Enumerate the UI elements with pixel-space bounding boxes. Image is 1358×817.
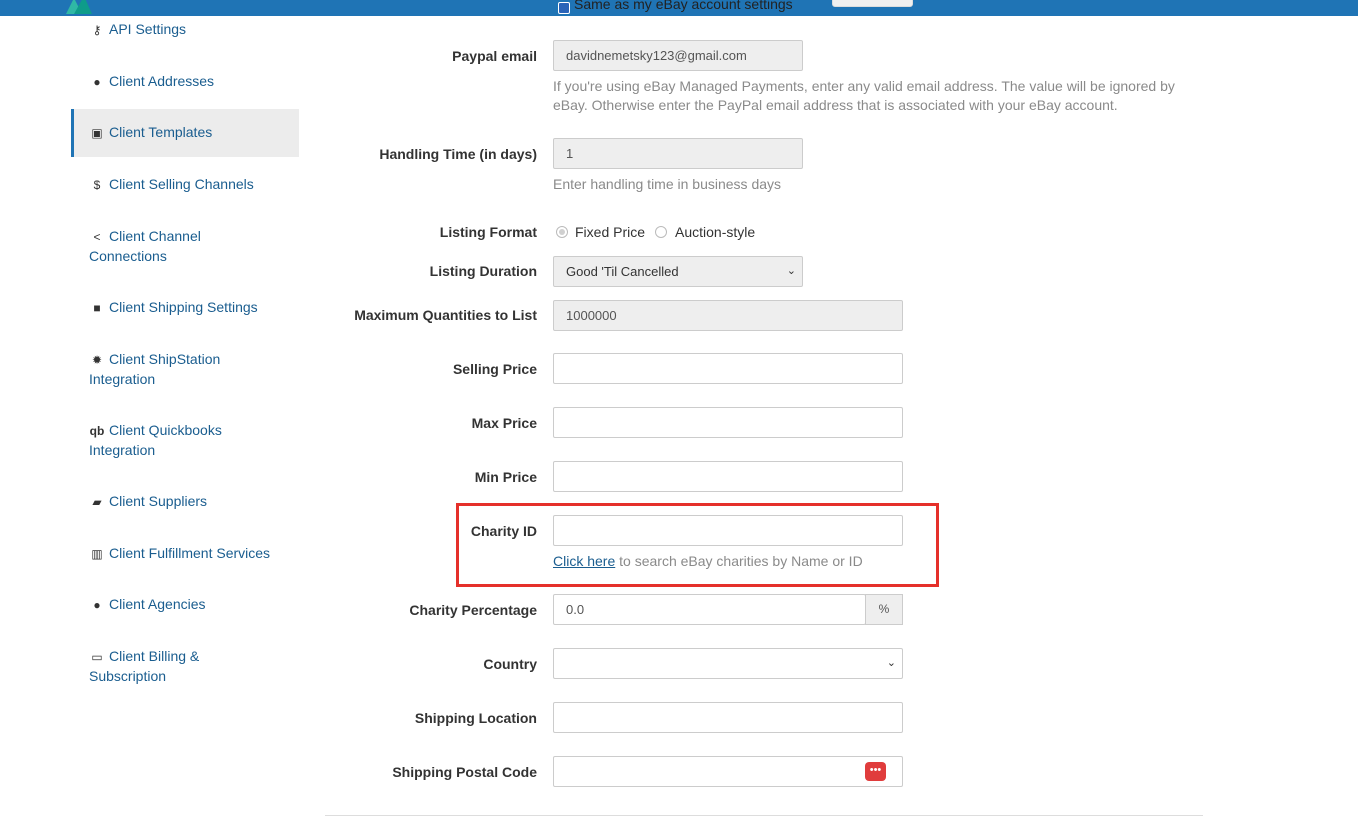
sidebar-item-label: Client Addresses	[109, 73, 215, 89]
fixed-price-radio[interactable]	[556, 226, 568, 238]
top-button[interactable]	[832, 0, 913, 7]
shipping-location-label: Shipping Location	[414, 710, 537, 726]
sidebar-item-client-channel-connections[interactable]: < Client Channel Connections	[71, 227, 231, 266]
selling-price-input[interactable]	[553, 353, 903, 384]
handling-time-help: Enter handling time in business days	[553, 176, 782, 192]
auction-style-radio[interactable]	[655, 226, 667, 238]
share-icon: <	[93, 230, 101, 244]
sidebar-item-client-agencies[interactable]: ● Client Agencies	[71, 595, 299, 615]
handling-time-label: Handling Time (in days)	[379, 146, 537, 162]
paypal-email-input[interactable]: davidnemetsky123@gmail.com	[553, 40, 803, 71]
sidebar-item-label: API Settings	[109, 21, 187, 37]
min-price-label: Min Price	[474, 469, 537, 485]
auction-style-label: Auction-style	[675, 224, 756, 240]
sidebar-item-label: Client Suppliers	[109, 493, 208, 509]
max-quantities-label: Maximum Quantities to List	[354, 307, 537, 323]
charity-percentage-input[interactable]: 0.0	[553, 594, 866, 625]
chevron-down-icon: ⌄	[886, 657, 896, 669]
divider	[325, 815, 1203, 816]
paypal-email-help: If you're using eBay Managed Payments, e…	[553, 78, 1175, 113]
fixed-price-label: Fixed Price	[575, 224, 646, 240]
sidebar-item-client-selling-channels[interactable]: $ Client Selling Channels	[71, 175, 299, 195]
logo-icon[interactable]	[60, 0, 96, 14]
map-marker-icon: ●	[93, 75, 101, 89]
truck-icon: ▰	[92, 495, 102, 509]
charity-percentage-label: Charity Percentage	[409, 602, 537, 618]
sidebar-item-client-shipping-settings[interactable]: ■ Client Shipping Settings	[71, 298, 299, 318]
max-price-input[interactable]	[553, 407, 903, 438]
sidebar-item-label: Client Fulfillment Services	[109, 545, 271, 561]
sidebar-item-label: Client Agencies	[109, 596, 206, 612]
min-price-input[interactable]	[553, 461, 903, 492]
sidebar-item-client-templates[interactable]: ▣ Client Templates	[71, 109, 299, 157]
listing-duration-label: Listing Duration	[429, 263, 537, 279]
sidebar-item-label: Client ShipStation Integration	[89, 351, 221, 387]
percent-addon: %	[865, 594, 903, 625]
shipping-postal-code-label: Shipping Postal Code	[392, 764, 537, 780]
same-as-account-checkbox[interactable]	[558, 2, 570, 14]
sidebar-item-client-shipstation[interactable]: ✹ Client ShipStation Integration	[71, 350, 251, 389]
quickbooks-icon: qb	[89, 424, 105, 438]
sidebar-item-api-settings[interactable]: ⚷ API Settings	[71, 20, 299, 40]
max-price-label: Max Price	[471, 415, 537, 431]
dollar-icon: $	[93, 178, 101, 192]
sidebar-item-label: Client Channel Connections	[89, 228, 201, 264]
shipping-location-input[interactable]	[553, 702, 903, 733]
max-quantities-input[interactable]: 1000000	[553, 300, 903, 331]
selling-price-label: Selling Price	[452, 361, 537, 377]
country-label: Country	[483, 656, 537, 672]
building-icon: ▥	[91, 547, 103, 561]
gear-icon: ✹	[91, 353, 103, 367]
key-icon: ⚷	[92, 23, 102, 37]
shipping-postal-code-input[interactable]	[553, 756, 903, 787]
sidebar-item-label: Client Selling Channels	[109, 176, 254, 192]
sidebar-item-client-billing[interactable]: ▭ Client Billing & Subscription	[71, 647, 231, 686]
country-select[interactable]: ⌄	[553, 648, 903, 679]
listing-duration-select[interactable]: Good 'Til Cancelled ⌄	[553, 256, 803, 287]
chevron-down-icon: ⌄	[786, 265, 796, 277]
sidebar-item-client-fulfillment[interactable]: ▥ Client Fulfillment Services	[71, 544, 299, 564]
paypal-email-label: Paypal email	[452, 48, 537, 64]
sidebar-item-client-addresses[interactable]: ● Client Addresses	[71, 72, 299, 92]
image-icon: ▣	[91, 126, 103, 140]
sidebar-item-client-quickbooks[interactable]: qb Client Quickbooks Integration	[71, 421, 251, 460]
password-manager-icon[interactable]: •••	[865, 762, 886, 781]
credit-card-icon: ▭	[91, 650, 103, 664]
listing-format-label: Listing Format	[439, 224, 537, 240]
sidebar-item-label: Client Shipping Settings	[109, 299, 258, 315]
sidebar-item-label: Client Quickbooks Integration	[89, 422, 222, 458]
map-marker-icon: ●	[93, 598, 101, 612]
sidebar-item-label: Client Billing & Subscription	[89, 648, 200, 684]
same-as-account-label: Same as my eBay account settings	[574, 0, 793, 12]
top-navbar: Same as my eBay account settings	[0, 0, 1358, 16]
box-icon: ■	[93, 301, 101, 315]
listing-duration-value: Good 'Til Cancelled	[566, 264, 679, 279]
highlight-box	[456, 503, 939, 587]
sidebar-item-client-suppliers[interactable]: ▰ Client Suppliers	[71, 492, 299, 512]
sidebar-item-label: Client Templates	[109, 124, 213, 140]
handling-time-input[interactable]: 1	[553, 138, 803, 169]
